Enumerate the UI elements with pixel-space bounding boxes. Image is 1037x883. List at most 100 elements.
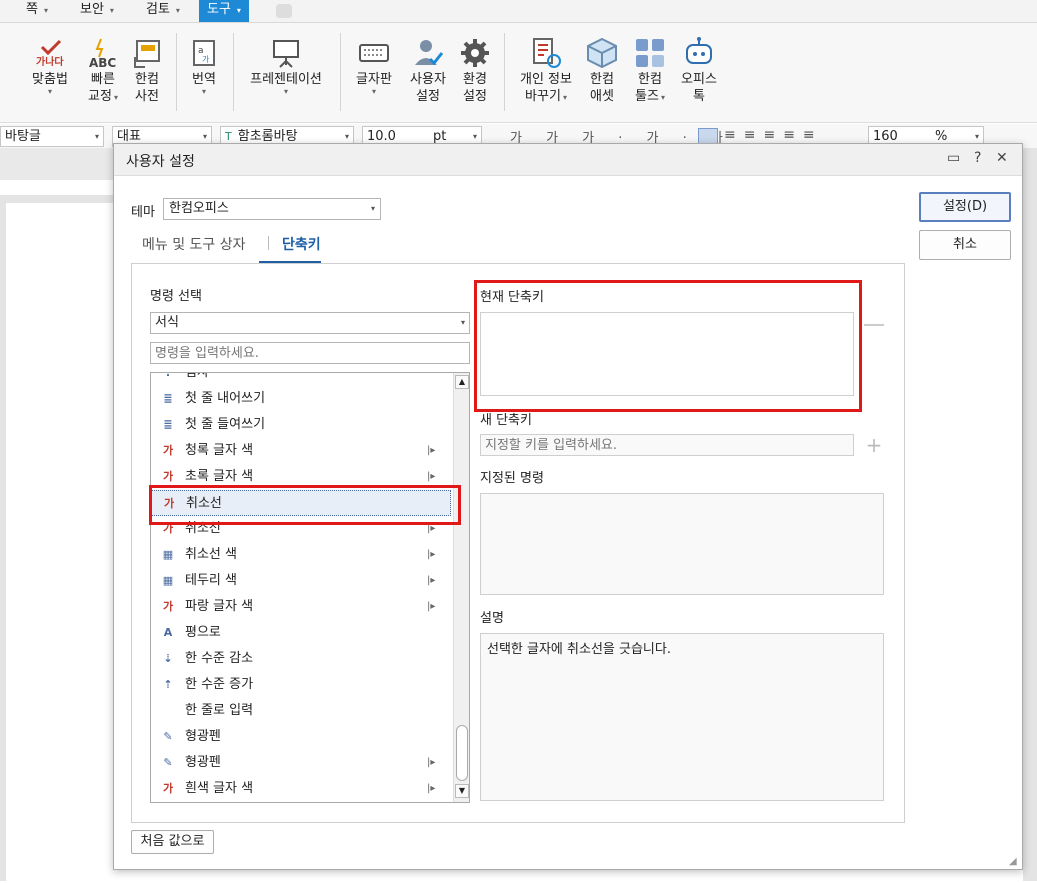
remove-shortcut-icon[interactable]: [864, 324, 884, 326]
command-icon: ✎: [163, 756, 173, 769]
add-shortcut-icon[interactable]: +: [864, 434, 884, 456]
cancel-button[interactable]: 취소: [919, 230, 1011, 260]
hancom-tools-button[interactable]: 한컴 툴즈 ▾: [628, 37, 672, 105]
ribbon-separator: [340, 33, 341, 111]
command-list-item[interactable]: ≣ 첫 줄 들여쓰기: [151, 412, 451, 438]
command-icon: !: [165, 372, 171, 379]
command-list-item[interactable]: ▦ 취소선 색 |▸: [151, 542, 451, 568]
spellcheck-button[interactable]: 가나다 맞춤법 ▾: [28, 37, 72, 96]
command-icon: 가: [162, 444, 174, 457]
command-list-item[interactable]: ≣ 첫 줄 내어쓰기: [151, 386, 451, 412]
submenu-arrow-icon[interactable]: |▸: [427, 750, 435, 776]
menu-tab-page[interactable]: 쪽 ▾: [26, 0, 48, 22]
dialog-titlebar: 사용자 설정 ▭ ? ✕: [114, 144, 1022, 176]
command-list-item[interactable]: 한 줄로 입력: [151, 698, 451, 724]
dictionary-button[interactable]: 한컴 사전: [130, 37, 164, 105]
document-page: [6, 203, 114, 883]
command-list-item[interactable]: 가 흰색 글자 색 |▸: [151, 776, 451, 802]
help-icon[interactable]: ?: [974, 150, 981, 166]
command-label: 파랑 글자 색: [185, 599, 254, 614]
presentation-button[interactable]: 프레젠테이션 ▾: [244, 37, 328, 96]
menu-tab-review[interactable]: 검토 ▾: [146, 0, 180, 22]
extra-icon: [276, 4, 292, 18]
environment-settings-button[interactable]: 환경 설정: [456, 37, 494, 105]
command-icon: ⇣: [163, 652, 173, 665]
scroll-thumb[interactable]: [456, 725, 468, 781]
command-icon: ≣: [163, 418, 173, 431]
spellcheck-icon: 가나다: [36, 39, 64, 68]
resize-grip-icon[interactable]: ◢: [1009, 856, 1017, 867]
user-settings-button[interactable]: 사용자 설정: [404, 37, 452, 105]
command-list-item[interactable]: A 평으로: [151, 620, 451, 646]
ok-button[interactable]: 설정(D): [919, 192, 1011, 222]
tab-divider: [268, 236, 269, 250]
menu-tab-security[interactable]: 보안 ▾: [80, 0, 114, 22]
category-select[interactable]: 서식 ▾: [150, 312, 470, 334]
submenu-arrow-icon[interactable]: |▸: [427, 438, 435, 464]
svg-text:ABC: ABC: [89, 56, 116, 69]
command-label: 첫 줄 들여쓰기: [185, 417, 266, 432]
command-list-item[interactable]: 가 청록 글자 색 |▸: [151, 438, 451, 464]
command-list-item[interactable]: ⇣ 한 수준 감소: [151, 646, 451, 672]
command-list-item[interactable]: ✎ 형광펜: [151, 724, 451, 750]
command-label: 첫 줄 내어쓰기: [185, 391, 266, 406]
command-list[interactable]: ! 첨자 ≣ 첫 줄 내어쓰기 ≣ 첫 줄 들여쓰기 가 청록 글자 색 |▸ 가 초록 글자 색 |…: [150, 372, 470, 803]
command-icon: ⇡: [163, 678, 173, 691]
reset-defaults-button[interactable]: 처음 값으로: [131, 830, 214, 854]
chevron-down-icon: ▾: [370, 204, 375, 213]
command-label: 형광펜: [185, 729, 221, 744]
keyboard-icon: [359, 44, 389, 62]
comment-icon[interactable]: ▭: [947, 150, 960, 166]
theme-label: 테마: [131, 205, 155, 220]
align-justify-icon[interactable]: [698, 128, 718, 144]
tab-shortcuts[interactable]: 단축키: [282, 234, 321, 254]
command-list-item[interactable]: ✎ 형광펜 |▸: [151, 750, 451, 776]
command-icon: 가: [162, 600, 174, 613]
submenu-arrow-icon[interactable]: |▸: [427, 542, 435, 568]
command-list-item[interactable]: ! 첨자: [151, 372, 451, 386]
translate-icon: a가: [193, 40, 215, 66]
ribbon-separator: [176, 33, 177, 111]
command-list-scrollbar[interactable]: ▲ ▼: [453, 373, 469, 802]
command-label: 청록 글자 색: [185, 443, 254, 458]
personal-info-button[interactable]: 개인 정보 바꾸기 ▾: [514, 37, 578, 105]
command-list-item[interactable]: 가 파랑 글자 색 |▸: [151, 594, 451, 620]
translate-button[interactable]: a가 번역 ▾: [186, 37, 222, 96]
command-list-item[interactable]: ▦ 테두리 색 |▸: [151, 568, 451, 594]
hancom-asset-icon: [587, 37, 617, 69]
command-label: 형광펜: [185, 755, 221, 770]
menu-tab-tools[interactable]: 도구 ▾: [199, 0, 249, 22]
align-icons[interactable]: ≡≡≡≡≡: [724, 127, 823, 143]
highlight-current-shortcut: [474, 280, 862, 412]
command-label: 한 수준 증가: [185, 677, 254, 692]
command-icon: 가: [162, 782, 174, 795]
command-list-item[interactable]: ⇡ 한 수준 증가: [151, 672, 451, 698]
description-label: 설명: [480, 611, 504, 626]
font-icon: T: [225, 130, 232, 143]
hancom-tools-icon: [636, 39, 664, 67]
keyboard-button[interactable]: 글자판 ▾: [350, 37, 398, 96]
office-talk-button[interactable]: 오피스 톡: [676, 37, 722, 105]
command-label: 한 수준 감소: [185, 651, 254, 666]
ribbon-separator: [233, 33, 234, 111]
submenu-arrow-icon[interactable]: |▸: [427, 568, 435, 594]
gear-icon: [461, 39, 489, 67]
scroll-up-button[interactable]: ▲: [455, 375, 469, 389]
command-search-input[interactable]: [150, 342, 470, 364]
close-icon[interactable]: ✕: [996, 150, 1008, 166]
style-combo[interactable]: 바탕글 ▾: [0, 126, 104, 147]
ribbon-toolbar: 가나다 맞춤법 ▾ ABC 빠른 교정 ▾ 한컴 사전 a가 번역 ▾ 프레젠테이션 ▾ 글…: [0, 23, 1037, 123]
document-scroll-area: [1023, 148, 1037, 881]
theme-select[interactable]: 한컴오피스 ▾: [163, 198, 381, 220]
submenu-arrow-icon[interactable]: |▸: [427, 594, 435, 620]
submenu-arrow-icon[interactable]: |▸: [427, 776, 435, 802]
scroll-down-button[interactable]: ▼: [455, 784, 469, 798]
command-icon: ✎: [163, 730, 173, 743]
new-shortcut-input[interactable]: [480, 434, 854, 456]
command-label: 한 줄로 입력: [185, 703, 254, 718]
hancom-asset-button[interactable]: 한컴 애셋: [582, 37, 622, 105]
tab-menu-toolbox[interactable]: 메뉴 및 도구 상자: [142, 234, 246, 254]
quick-correct-icon: ABC: [89, 38, 116, 69]
ruler: [0, 148, 114, 180]
quick-correct-button[interactable]: ABC 빠른 교정 ▾: [84, 37, 122, 105]
